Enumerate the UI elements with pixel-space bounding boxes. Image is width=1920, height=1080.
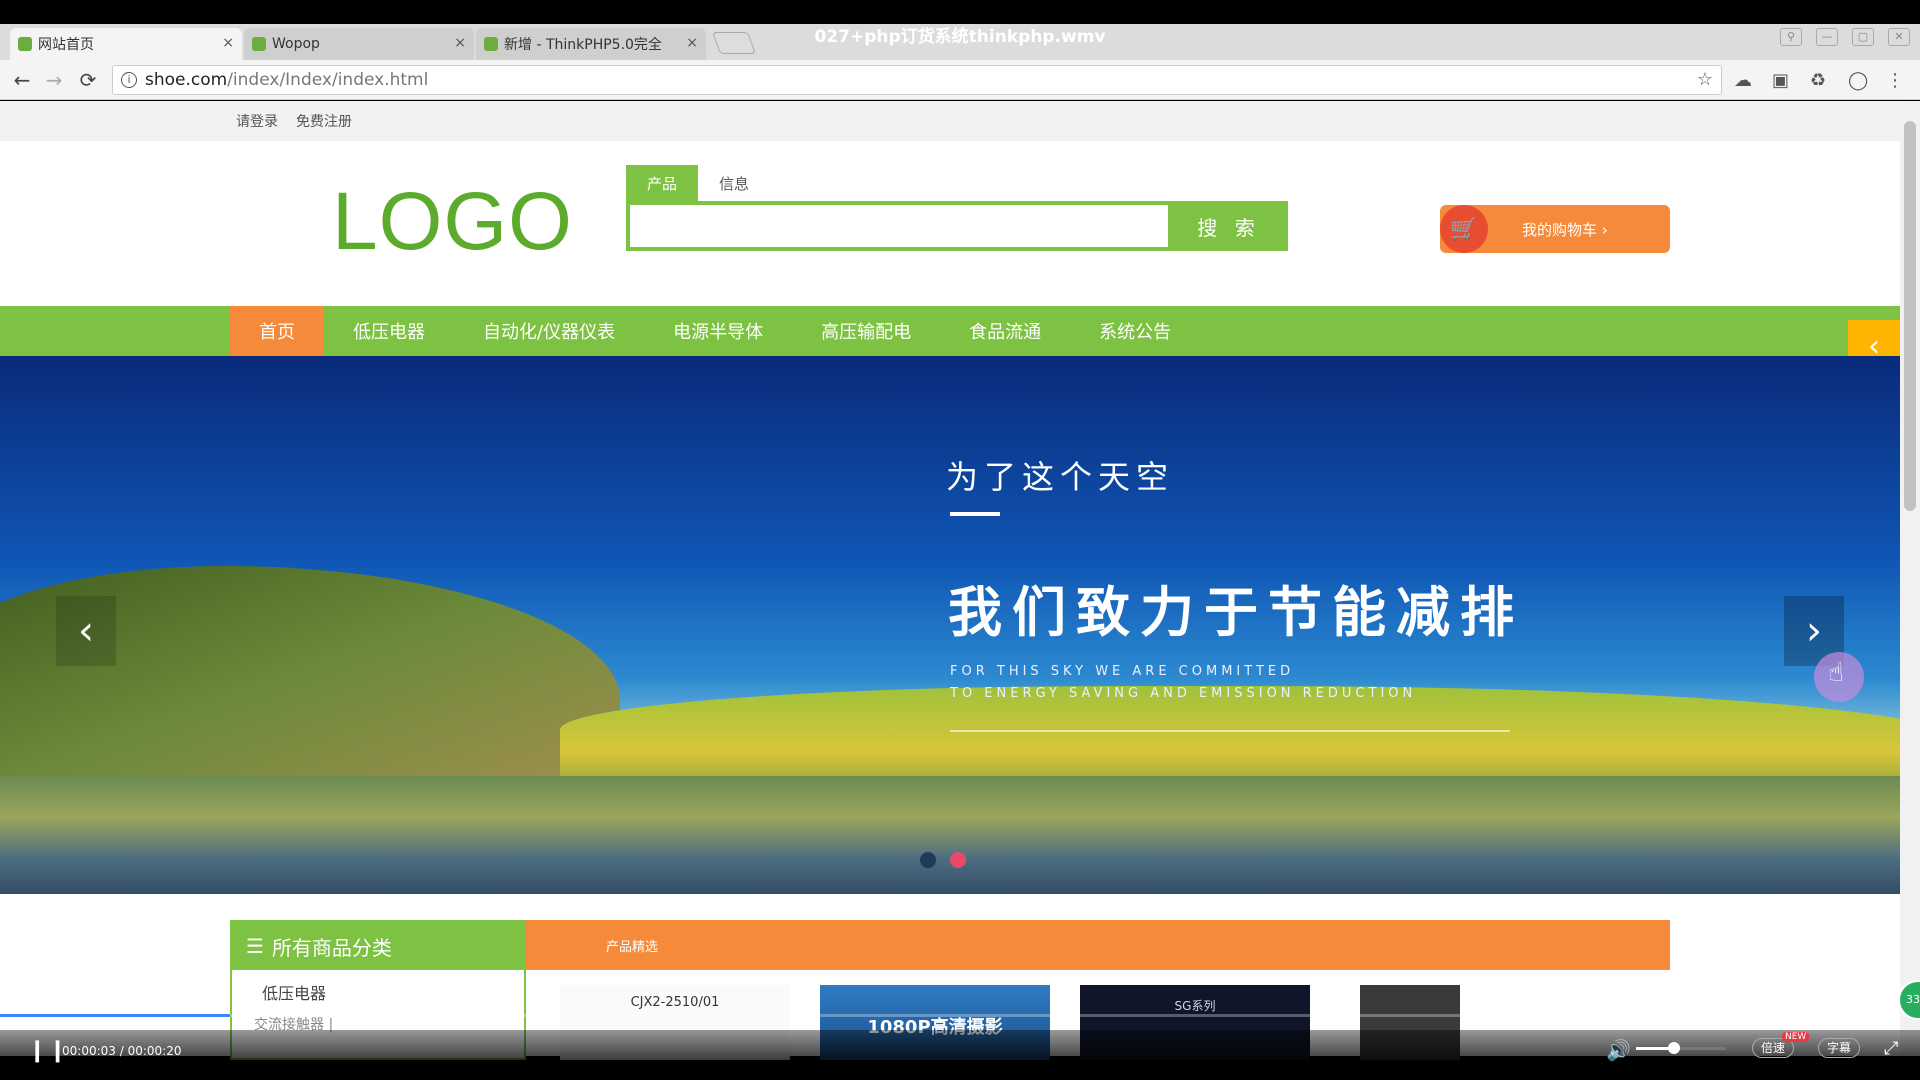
search-button[interactable]: 搜 索	[1170, 201, 1288, 251]
info-icon[interactable]: i	[121, 72, 137, 88]
time-display: 00:00:03 / 00:00:20	[62, 1044, 182, 1058]
site-topbar: 请登录 免费注册	[0, 101, 1900, 141]
hero-banner: 为了这个天空 我们致力于节能减排 FOR THIS SKY WE ARE COM…	[0, 356, 1900, 894]
main-nav: 首页 低压电器 自动化/仪器仪表 电源半导体 高压输配电 食品流通 系统公告 ‹	[0, 306, 1900, 372]
menu-icon: ☰	[246, 934, 264, 958]
search-tabs: 产品 信息	[626, 165, 770, 201]
register-link[interactable]: 免费注册	[296, 111, 352, 131]
site-header: LOGO 产品 信息 搜 索 🛒 我的购物车 ›	[0, 141, 1900, 306]
back-arrow-icon[interactable]: ←	[10, 68, 34, 92]
browser-toolbar: ← → ⟳ i shoe.com /index/Index/index.html…	[0, 60, 1920, 100]
nav-item-high-voltage[interactable]: 高压输配电	[792, 306, 940, 356]
category-item[interactable]: 低压电器	[232, 970, 524, 1004]
volume-fill	[1636, 1047, 1672, 1050]
banner-rule	[950, 730, 1510, 732]
cart-icon: 🛒	[1440, 205, 1488, 253]
banner-lake	[0, 776, 1900, 894]
volume-icon[interactable]: 🔊	[1606, 1038, 1631, 1062]
category-header: ☰ 所有商品分类	[232, 922, 524, 970]
extension-cloud-icon[interactable]: ☁	[1734, 70, 1752, 91]
nav-item-home[interactable]: 首页	[230, 306, 324, 356]
extension-puzzle-icon[interactable]: ▣	[1772, 70, 1789, 91]
banner-dot-2[interactable]	[950, 852, 966, 868]
search-input[interactable]	[626, 201, 1172, 251]
main-nav-items: 首页 低压电器 自动化/仪器仪表 电源半导体 高压输配电 食品流通 系统公告	[230, 306, 1200, 356]
extension-circle-icon[interactable]: ◯	[1848, 70, 1868, 91]
hand-cursor-icon: ☝	[1828, 658, 1844, 688]
fullscreen-icon[interactable]: ⤢	[1884, 1038, 1898, 1059]
screen: 027+php订货系统thinkphp.wmv 网站首页 × Wopop × 新…	[0, 0, 1920, 1080]
banner-english-2: TO ENERGY SAVING AND EMISSION REDUCTION	[950, 686, 1417, 701]
extension-recycle-icon[interactable]: ♻	[1810, 70, 1826, 91]
nav-item-power-semiconductor[interactable]: 电源半导体	[644, 306, 792, 356]
products-bar: 产品精选	[526, 920, 1670, 970]
site-logo[interactable]: LOGO	[332, 175, 573, 269]
scrollbar-thumb[interactable]	[1904, 121, 1916, 511]
volume-knob[interactable]	[1668, 1042, 1680, 1054]
page-scrollbar[interactable]	[1900, 101, 1920, 1056]
nav-item-announcements[interactable]: 系统公告	[1070, 306, 1200, 356]
search-tab-products[interactable]: 产品	[626, 165, 698, 201]
subtitle-button[interactable]: 字幕	[1818, 1038, 1861, 1058]
banner-dot-1[interactable]	[920, 852, 936, 868]
url-host: shoe.com	[145, 70, 228, 90]
cart-label: 我的购物车 ›	[1522, 220, 1608, 239]
video-progress-bar[interactable]	[0, 1014, 1920, 1017]
banner-pagination	[920, 852, 966, 868]
banner-heading: 为了这个天空	[946, 458, 1175, 496]
cart-button[interactable]: 🛒 我的购物车 ›	[1440, 205, 1670, 253]
video-title: 027+php订货系统thinkphp.wmv	[814, 27, 1106, 47]
new-badge: NEW	[1782, 1032, 1810, 1042]
video-progress-fill	[0, 1014, 231, 1017]
video-controls: ❙❙ 00:00:03 / 00:00:20 🔊 倍速 NEW 字幕 ⤢	[0, 1030, 1920, 1080]
nav-item-automation[interactable]: 自动化/仪器仪表	[454, 306, 644, 356]
volume-slider[interactable]	[1636, 1047, 1726, 1050]
banner-english-1: FOR THIS SKY WE ARE COMMITTED	[950, 664, 1295, 679]
reload-icon[interactable]: ⟳	[76, 68, 100, 92]
bookmark-star-icon[interactable]: ☆	[1697, 69, 1713, 90]
nav-item-low-voltage[interactable]: 低压电器	[324, 306, 454, 356]
url-path: /index/Index/index.html	[227, 70, 429, 90]
nav-item-food[interactable]: 食品流通	[940, 306, 1070, 356]
banner-slogan: 我们致力于节能减排	[948, 580, 1524, 644]
banner-dash	[950, 512, 1000, 516]
category-title: 所有商品分类	[271, 935, 392, 960]
address-bar[interactable]: i shoe.com /index/Index/index.html ☆	[112, 65, 1722, 95]
menu-dots-icon[interactable]: ⋮	[1886, 70, 1904, 91]
forward-arrow-icon[interactable]: →	[42, 68, 66, 92]
banner-prev-icon[interactable]: ‹	[56, 596, 116, 666]
login-link[interactable]: 请登录	[236, 111, 278, 131]
search-tab-info[interactable]: 信息	[698, 165, 770, 201]
